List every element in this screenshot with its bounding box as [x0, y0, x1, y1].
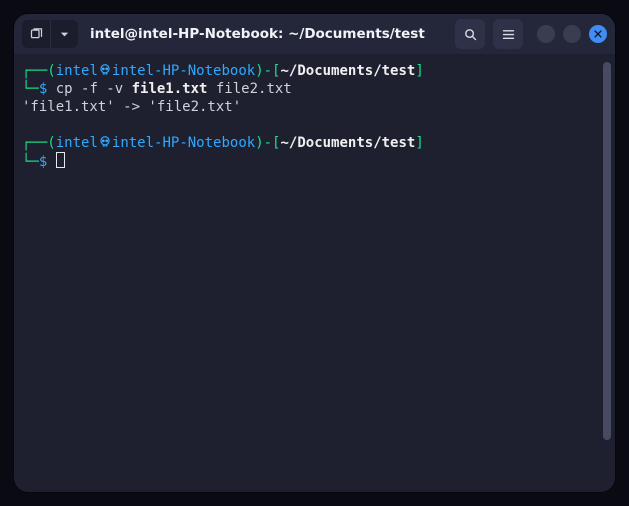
- close-icon: [593, 29, 603, 39]
- prompt2-frame-bot: └─: [22, 154, 39, 170]
- bracket-close: ]: [415, 135, 423, 151]
- tab-menu-button[interactable]: [50, 20, 78, 48]
- new-tab-button[interactable]: [22, 20, 50, 48]
- hamburger-icon: [501, 27, 516, 42]
- chevron-down-icon: [59, 29, 70, 40]
- paren-close: ): [255, 63, 263, 79]
- maximize-button[interactable]: [563, 25, 581, 43]
- search-button[interactable]: [455, 19, 485, 49]
- prompt-user: intel: [56, 63, 98, 79]
- bracket-open: -[: [264, 135, 281, 151]
- paren-open: (: [47, 63, 55, 79]
- new-tab-icon: [29, 27, 44, 42]
- terminal-area[interactable]: ┌──(intelintel-HP-Notebook)-[~/Documents…: [14, 54, 615, 492]
- command-arg-bold: file1.txt: [132, 81, 208, 97]
- tab-controls: [22, 20, 78, 48]
- search-icon: [463, 27, 478, 42]
- command-arg-rest: file2.txt: [207, 81, 291, 97]
- prompt2-symbol: $: [39, 154, 47, 170]
- prompt2-frame-top: ┌──: [22, 135, 47, 151]
- skull-icon: [98, 63, 112, 77]
- paren-open: (: [47, 135, 55, 151]
- terminal-output: ┌──(intelintel-HP-Notebook)-[~/Documents…: [22, 62, 605, 484]
- prompt2-path: ~/Documents/test: [280, 135, 415, 151]
- command-text: cp -f -v: [56, 81, 132, 97]
- prompt-path: ~/Documents/test: [280, 63, 415, 79]
- paren-close: ): [255, 135, 263, 151]
- terminal-window: intel@intel-HP-Notebook: ~/Documents/tes…: [14, 14, 615, 492]
- scrollbar[interactable]: [603, 62, 611, 440]
- window-controls: [537, 25, 607, 43]
- prompt-host: intel-HP-Notebook: [112, 63, 255, 79]
- menu-button[interactable]: [493, 19, 523, 49]
- window-title: intel@intel-HP-Notebook: ~/Documents/tes…: [86, 26, 447, 42]
- cursor: [56, 152, 65, 168]
- output-line: 'file1.txt' -> 'file2.txt': [22, 99, 241, 115]
- skull-icon: [98, 135, 112, 149]
- prompt2-user: intel: [56, 135, 98, 151]
- close-button[interactable]: [589, 25, 607, 43]
- titlebar: intel@intel-HP-Notebook: ~/Documents/tes…: [14, 14, 615, 54]
- bracket-close: ]: [415, 63, 423, 79]
- minimize-button[interactable]: [537, 25, 555, 43]
- prompt-frame-top: ┌──: [22, 63, 47, 79]
- prompt2-host: intel-HP-Notebook: [112, 135, 255, 151]
- prompt-symbol: $: [39, 81, 47, 97]
- bracket-open: -[: [264, 63, 281, 79]
- prompt-frame-bot: └─: [22, 81, 39, 97]
